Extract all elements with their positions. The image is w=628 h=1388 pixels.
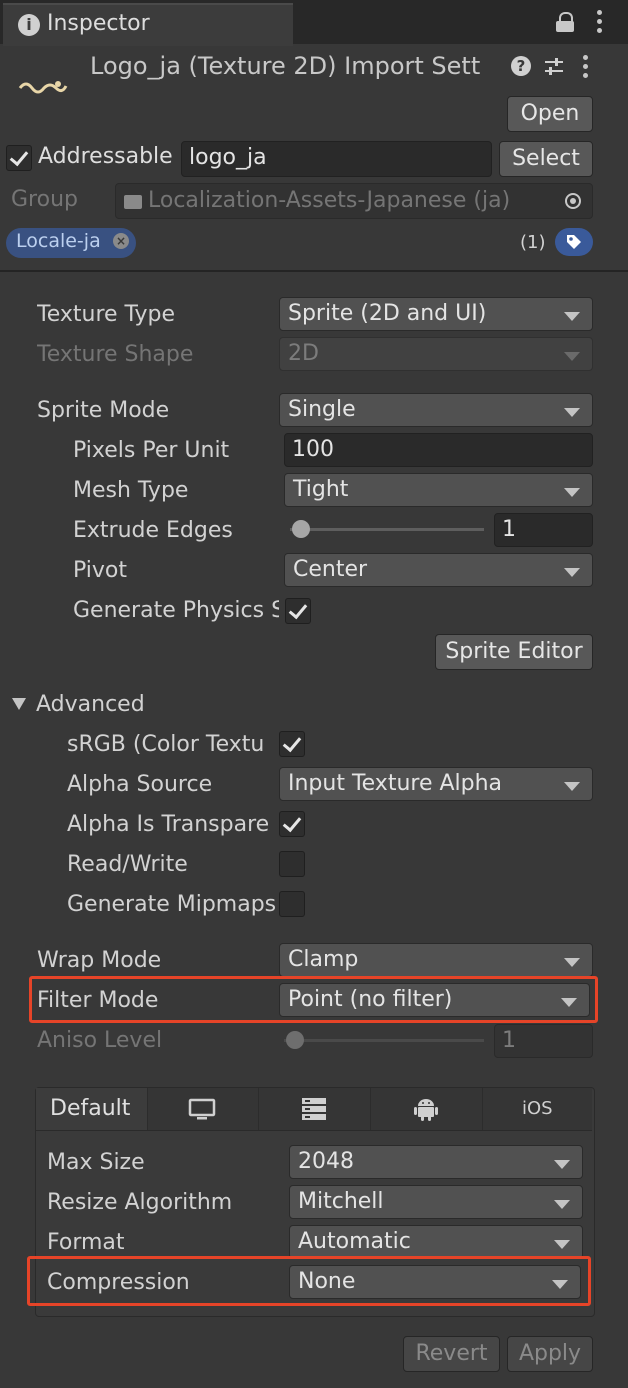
address-input[interactable]: logo_ja bbox=[181, 141, 492, 177]
extrude-edges-slider-knob[interactable] bbox=[291, 520, 310, 538]
android-icon bbox=[414, 1099, 438, 1121]
monitor-icon bbox=[188, 1098, 216, 1120]
alpha-source-dropdown[interactable]: Input Texture Alpha bbox=[279, 767, 593, 801]
texture-thumbnail bbox=[18, 76, 68, 96]
chevron-down-icon bbox=[552, 1280, 568, 1289]
platform-tab-server[interactable] bbox=[259, 1088, 371, 1130]
extrude-edges-label: Extrude Edges bbox=[73, 518, 233, 543]
info-icon: i bbox=[18, 14, 40, 36]
generate-physics-label: Generate Physics S bbox=[73, 598, 279, 623]
generate-mipmaps-checkbox[interactable] bbox=[279, 891, 305, 917]
alpha-transparency-label: Alpha Is Transpare bbox=[67, 812, 270, 837]
wrap-mode-label: Wrap Mode bbox=[37, 948, 162, 973]
chevron-down-icon bbox=[554, 1160, 570, 1169]
chevron-down-icon bbox=[564, 352, 580, 361]
compression-label: Compression bbox=[47, 1270, 190, 1295]
platform-tab-android[interactable] bbox=[371, 1088, 483, 1130]
chevron-down-icon bbox=[554, 1200, 570, 1209]
header-kebab-icon[interactable] bbox=[582, 54, 590, 80]
chevron-down-icon bbox=[564, 312, 580, 321]
chevron-down-icon bbox=[564, 408, 580, 417]
platform-tab-default[interactable]: Default bbox=[36, 1088, 148, 1130]
max-size-label: Max Size bbox=[47, 1150, 145, 1175]
sprite-mode-label: Sprite Mode bbox=[37, 398, 170, 423]
locale-tag-text: Locale-ja bbox=[16, 230, 101, 252]
read-write-label: Read/Write bbox=[67, 852, 188, 877]
generate-physics-checkbox[interactable] bbox=[285, 598, 311, 624]
pixels-per-unit-input[interactable]: 100 bbox=[284, 433, 593, 467]
max-size-dropdown[interactable]: 2048 bbox=[289, 1145, 583, 1179]
apply-button[interactable]: Apply bbox=[507, 1336, 593, 1372]
format-dropdown[interactable]: Automatic bbox=[289, 1225, 583, 1259]
chevron-down-icon bbox=[564, 488, 580, 497]
tag-icon bbox=[567, 235, 581, 249]
lock-icon[interactable] bbox=[556, 12, 574, 32]
folder-icon bbox=[124, 195, 142, 209]
open-button[interactable]: Open bbox=[507, 96, 593, 132]
remove-tag-icon[interactable]: × bbox=[113, 233, 129, 249]
texture-type-label: Texture Type bbox=[37, 302, 176, 327]
aniso-level-input: 1 bbox=[494, 1024, 593, 1058]
group-field[interactable]: Localization-Assets-Japanese (ja) bbox=[115, 183, 593, 219]
chevron-down-icon bbox=[564, 958, 580, 967]
addressable-checkbox[interactable] bbox=[6, 145, 32, 171]
group-label: Group bbox=[11, 187, 78, 212]
header-separator bbox=[0, 270, 628, 272]
header-title: Logo_ja (Texture 2D) Import Sett bbox=[90, 52, 481, 80]
resize-algorithm-label: Resize Algorithm bbox=[47, 1190, 233, 1215]
preset-sliders-icon[interactable] bbox=[543, 56, 565, 78]
compression-dropdown[interactable]: None bbox=[289, 1265, 581, 1299]
chevron-down-icon bbox=[564, 782, 580, 791]
generate-mipmaps-label: Generate Mipmaps bbox=[67, 892, 277, 917]
inspector-tab[interactable]: i Inspector bbox=[3, 3, 293, 46]
extrude-edges-input[interactable]: 1 bbox=[494, 513, 593, 547]
mesh-type-dropdown[interactable]: Tight bbox=[284, 473, 593, 507]
pivot-dropdown[interactable]: Center bbox=[284, 553, 593, 587]
chevron-down-icon bbox=[564, 568, 580, 577]
extrude-edges-slider-track[interactable] bbox=[290, 528, 484, 531]
aniso-level-slider-knob bbox=[286, 1031, 304, 1049]
sprite-mode-dropdown[interactable]: Single bbox=[279, 393, 593, 427]
group-value: Localization-Assets-Japanese (ja) bbox=[148, 188, 511, 213]
chevron-down-icon bbox=[554, 1240, 570, 1249]
filter-mode-dropdown[interactable]: Point (no filter) bbox=[279, 983, 590, 1017]
format-label: Format bbox=[47, 1230, 125, 1255]
pivot-label: Pivot bbox=[73, 558, 128, 583]
platform-tab-standalone[interactable] bbox=[148, 1088, 259, 1130]
label-count: (1) bbox=[520, 232, 546, 253]
aniso-level-label: Aniso Level bbox=[37, 1028, 163, 1053]
pixels-per-unit-label: Pixels Per Unit bbox=[73, 438, 230, 463]
read-write-checkbox[interactable] bbox=[279, 851, 305, 877]
srgb-checkbox[interactable] bbox=[279, 731, 305, 757]
sprite-editor-button[interactable]: Sprite Editor bbox=[435, 634, 593, 670]
wrap-mode-dropdown[interactable]: Clamp bbox=[279, 943, 593, 977]
resize-algorithm-dropdown[interactable]: Mitchell bbox=[289, 1185, 583, 1219]
platform-tab-ios[interactable]: iOS bbox=[483, 1088, 592, 1130]
help-icon[interactable]: ? bbox=[511, 56, 531, 76]
advanced-foldout-label[interactable]: Advanced bbox=[36, 692, 145, 717]
aniso-level-slider-track bbox=[284, 1039, 484, 1042]
revert-button[interactable]: Revert bbox=[403, 1336, 500, 1372]
srgb-label: sRGB (Color Textu bbox=[67, 732, 265, 757]
advanced-foldout-arrow-icon[interactable] bbox=[12, 698, 26, 710]
select-button[interactable]: Select bbox=[499, 141, 593, 177]
alpha-transparency-checkbox[interactable] bbox=[279, 811, 305, 837]
chevron-down-icon bbox=[561, 998, 577, 1007]
alpha-source-label: Alpha Source bbox=[67, 772, 213, 797]
inspector-tab-title: Inspector bbox=[47, 11, 150, 36]
texture-shape-dropdown: 2D bbox=[279, 337, 593, 371]
kebab-menu-icon[interactable] bbox=[596, 8, 604, 36]
texture-shape-label: Texture Shape bbox=[37, 342, 194, 367]
filter-mode-label: Filter Mode bbox=[37, 988, 159, 1013]
texture-type-dropdown[interactable]: Sprite (2D and UI) bbox=[279, 297, 593, 331]
mesh-type-label: Mesh Type bbox=[73, 478, 189, 503]
addressable-label: Addressable bbox=[38, 144, 173, 169]
label-tag-button[interactable] bbox=[555, 228, 593, 256]
object-picker-icon[interactable] bbox=[565, 193, 581, 209]
server-rack-icon bbox=[302, 1098, 326, 1120]
